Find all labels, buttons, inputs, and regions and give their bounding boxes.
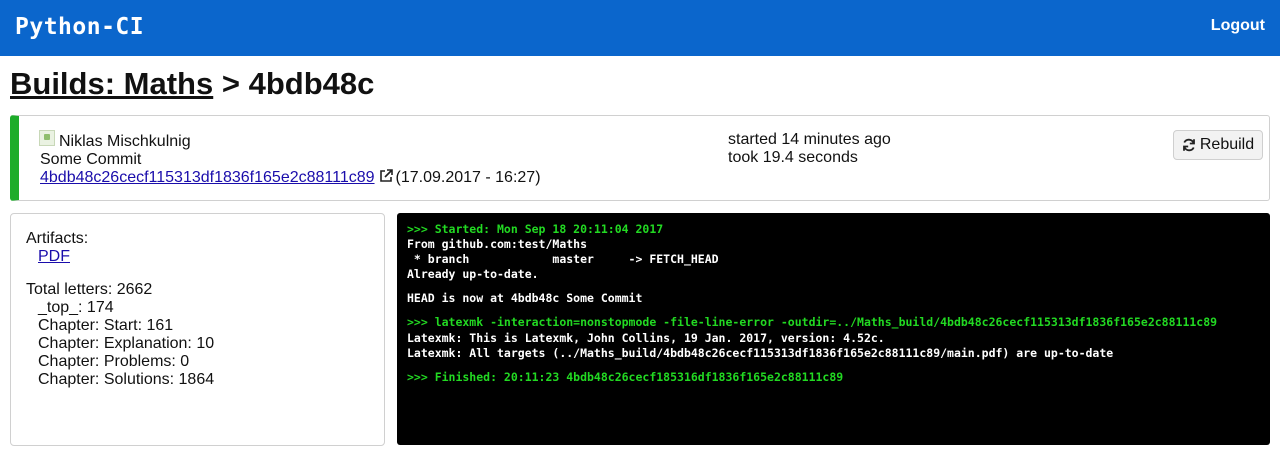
artifact-pdf-link[interactable]: PDF — [38, 248, 70, 266]
commit-short-hash: 4bdb48c — [248, 66, 375, 101]
artifacts-label: Artifacts: — [26, 230, 89, 247]
console-line: >>> Started: Mon Sep 18 20:11:04 2017 — [407, 222, 664, 236]
console-line: From github.com:test/Maths — [407, 237, 588, 251]
build-started-time: started 14 minutes ago — [728, 131, 891, 148]
console-line: Latexmk: All targets (../Maths_build/4bd… — [407, 346, 1114, 360]
commit-hash-link[interactable]: 4bdb48c26cecf115313df1836f165e2c88111c89 — [40, 169, 375, 186]
console-line: Already up-to-date. — [407, 267, 539, 281]
builds-breadcrumb-link[interactable]: Builds: Maths — [10, 66, 213, 101]
rebuild-button[interactable]: Rebuild — [1173, 130, 1263, 160]
refresh-icon — [1182, 138, 1195, 152]
author-avatar — [39, 130, 55, 146]
breadcrumb-separator: > — [213, 66, 249, 101]
brand-logo-text[interactable]: Python-CI — [15, 14, 144, 40]
console-line: >>> latexmk -interaction=nonstopmode -fi… — [407, 315, 1218, 329]
commit-author: Niklas Mischkulnig — [59, 133, 191, 150]
build-log-console[interactable]: >>> Started: Mon Sep 18 20:11:04 2017 Fr… — [397, 213, 1270, 445]
rebuild-label: Rebuild — [1199, 136, 1255, 153]
total-letters: Total letters: 2662 — [26, 281, 153, 298]
stat-entry: Chapter: Start: 161 — [38, 317, 174, 334]
commit-hash-line: 4bdb48c26cecf115313df1836f165e2c88111c89… — [40, 169, 541, 187]
stat-entry: Chapter: Solutions: 1864 — [38, 371, 215, 388]
page-title: Builds: Maths > 4bdb48c — [10, 66, 374, 102]
external-link-icon[interactable] — [379, 169, 393, 183]
console-line: >>> Finished: 20:11:23 4bdb48c26cecf1853… — [407, 370, 844, 384]
logout-link[interactable]: Logout — [1211, 17, 1265, 35]
console-line: Latexmk: This is Latexmk, John Collins, … — [407, 331, 885, 345]
commit-date: (17.09.2017 - 16:27) — [395, 169, 541, 186]
commit-summary-card: Niklas Mischkulnig Some Commit 4bdb48c26… — [10, 115, 1270, 201]
build-stats-panel: Artifacts: PDF Total letters: 2662 _top_… — [10, 213, 385, 446]
stat-entry: _top_: 174 — [38, 299, 114, 316]
console-line: * branch master -> FETCH_HEAD — [407, 252, 719, 266]
stat-entry: Chapter: Explanation: 10 — [38, 335, 215, 352]
console-line: HEAD is now at 4bdb48c Some Commit — [407, 291, 643, 305]
build-duration: took 19.4 seconds — [728, 149, 858, 166]
stat-entry: Chapter: Problems: 0 — [38, 353, 190, 370]
navbar: Python-CI Logout — [0, 0, 1280, 56]
commit-message: Some Commit — [40, 151, 142, 168]
